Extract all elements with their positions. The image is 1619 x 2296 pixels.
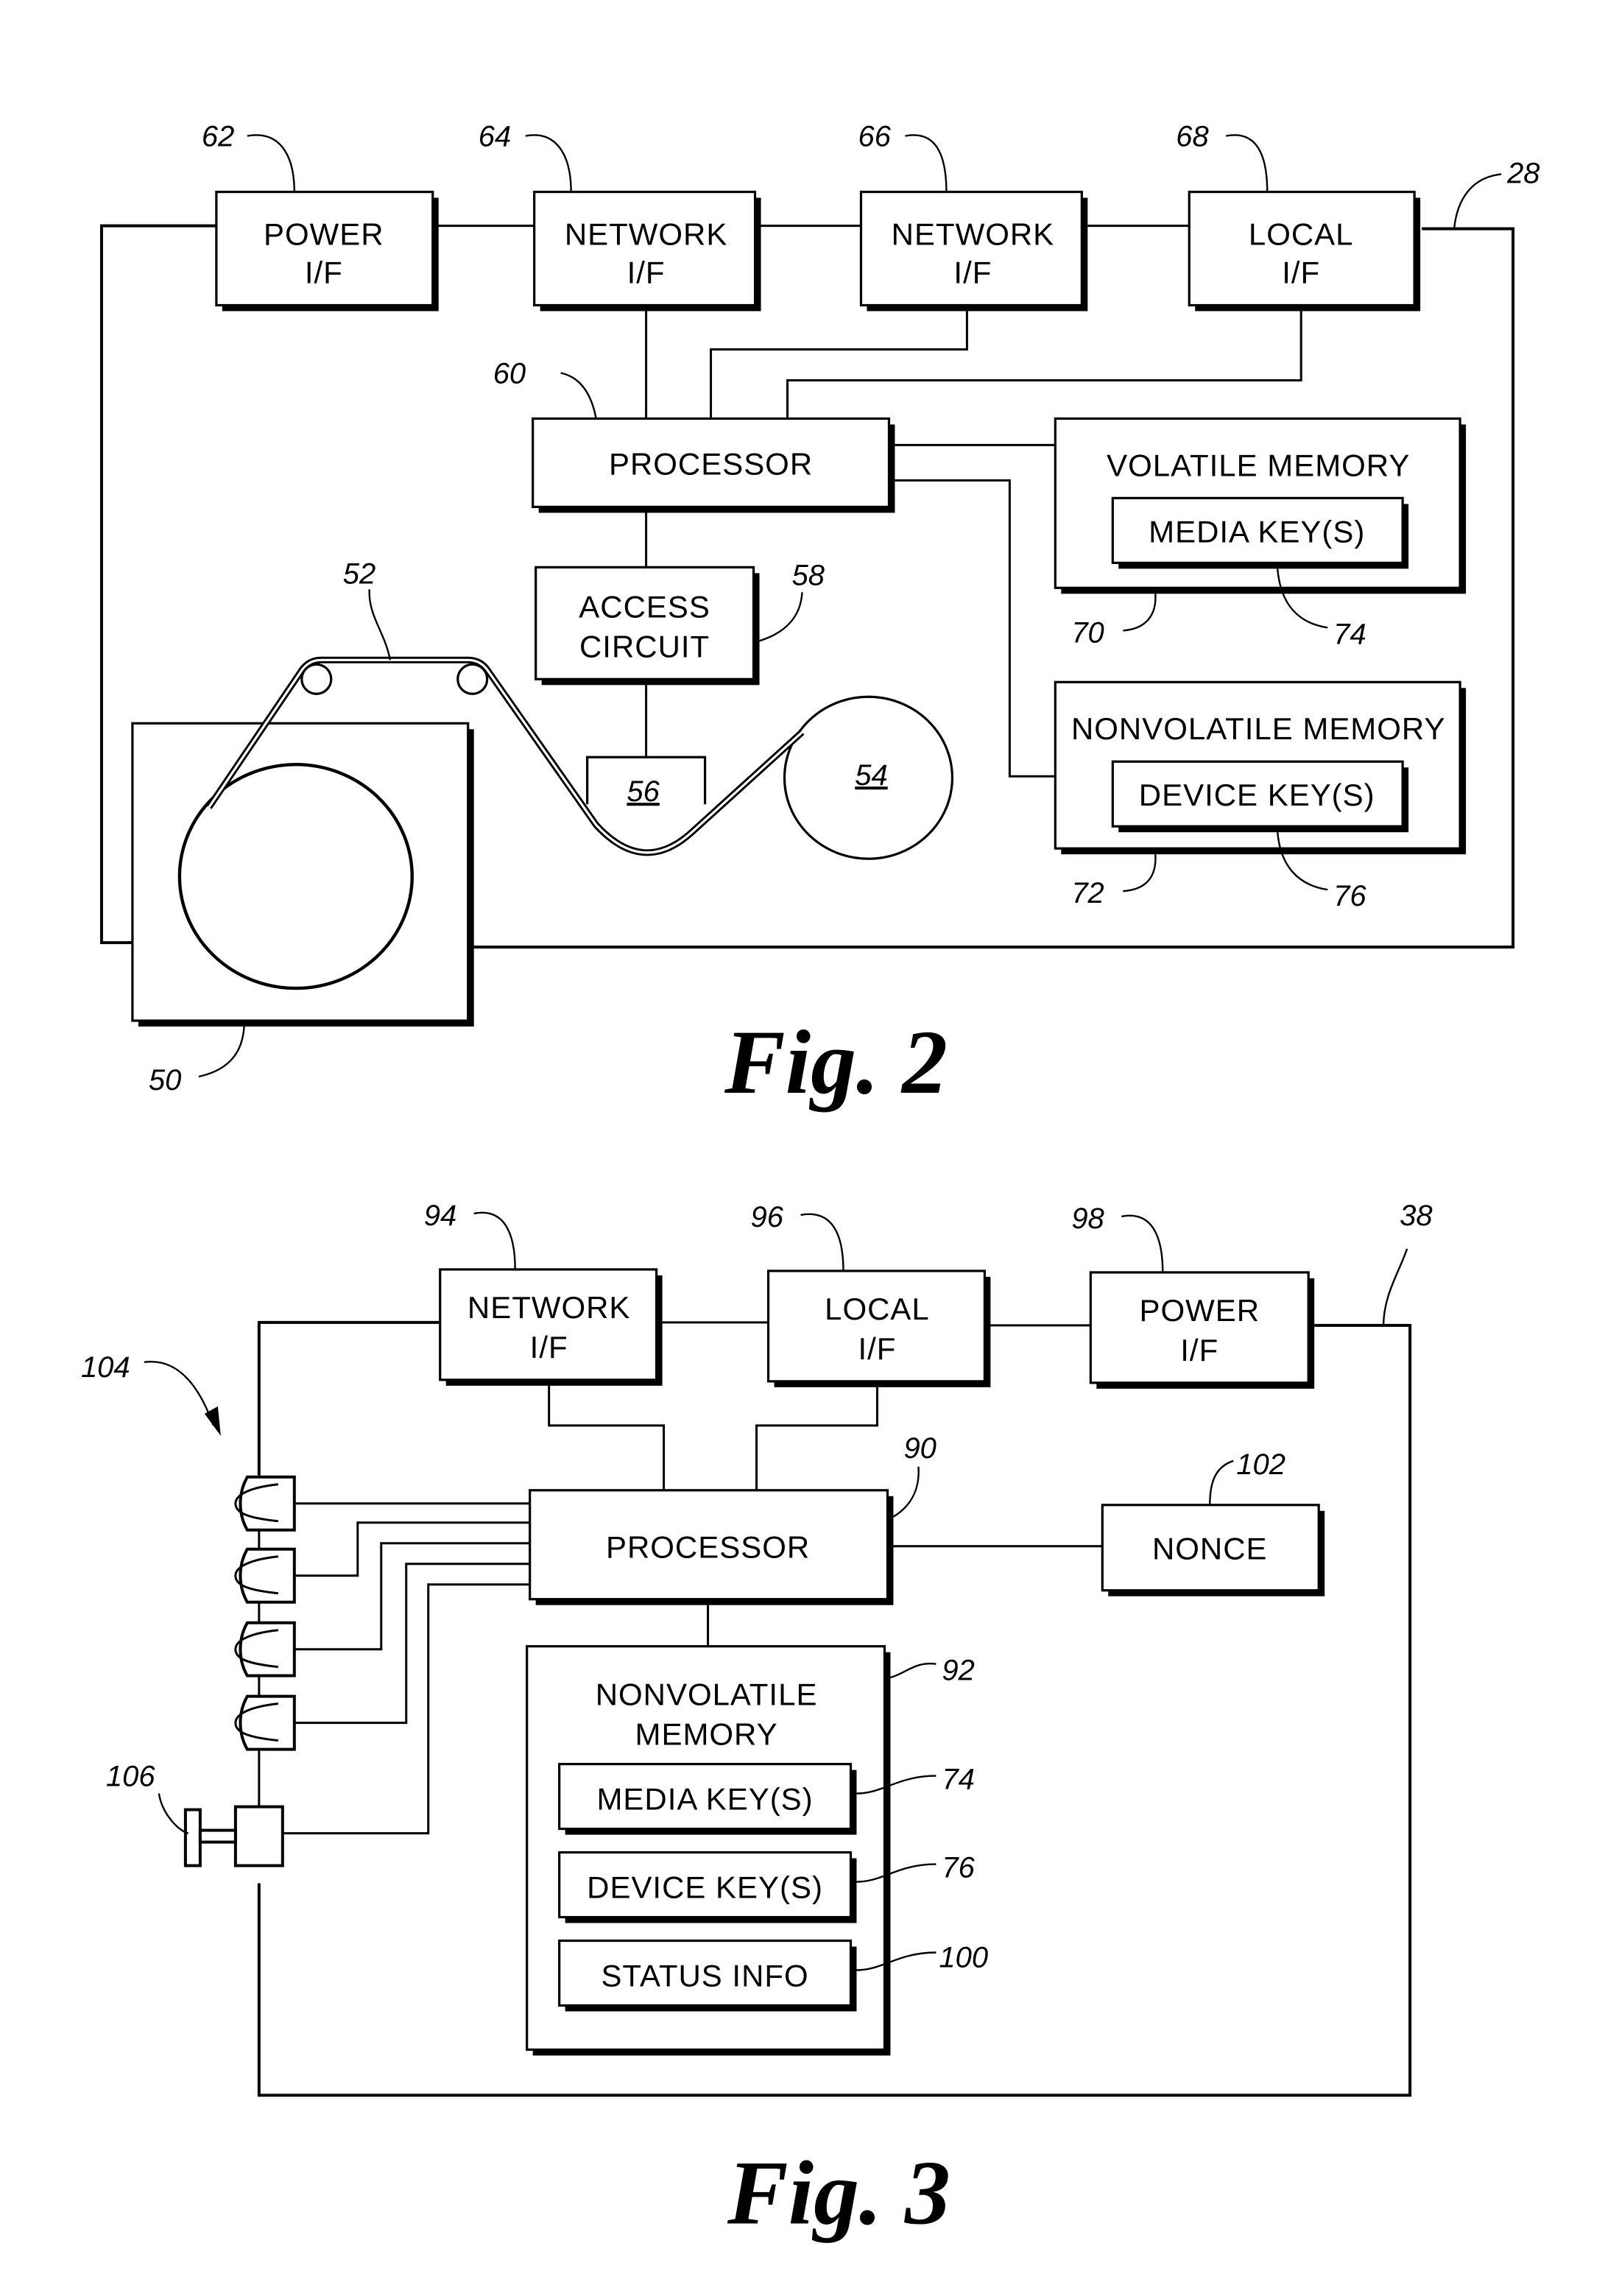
- fig2-tape-guide-roller-right: [456, 663, 489, 695]
- fig2-ref-66: 66: [858, 121, 891, 153]
- fig2-ref-62: 62: [202, 121, 234, 153]
- fig2-take-up-reel: 54: [783, 695, 954, 860]
- fig3-nonvolatile-memory: NONVOLATILE MEMORY 92 MEDIA KEY(S) 74 DE…: [526, 1645, 988, 2056]
- fig2-ref-68: 68: [1176, 121, 1208, 153]
- fig3-led-4: [234, 1694, 296, 1751]
- fig3-nonce: NONCE 102: [1101, 1448, 1325, 1596]
- fig2-read-head: 56: [586, 756, 707, 808]
- fig3-ref-98: 98: [1071, 1202, 1104, 1235]
- fig3-network-interface: NETWORK I/F 94: [424, 1200, 663, 1386]
- fig2-volatile-memory: VOLATILE MEMORY MEDIA KEY(S) 70 74: [1054, 417, 1467, 650]
- fig2-ref-54: 54: [855, 759, 887, 792]
- fig3-wire-led-3: [294, 1542, 530, 1651]
- fig2-processor-label: PROCESSOR: [609, 446, 813, 481]
- fig3-led-indicators: 104: [81, 1351, 296, 1807]
- fig2-wire-local-processor: [786, 311, 1302, 419]
- fig3-led-3: [234, 1621, 296, 1677]
- fig3-ref-106: 106: [106, 1761, 155, 1793]
- fig2-ref-72: 72: [1071, 877, 1104, 909]
- fig3-local-interface: LOCAL I/F 96: [751, 1201, 991, 1387]
- fig2-ref-76: 76: [1333, 880, 1366, 912]
- fig2-power-interface: POWER I/F 62: [202, 121, 439, 311]
- fig2-ref-64: 64: [479, 121, 511, 153]
- fig3-power-if-label-1: POWER: [1139, 1293, 1260, 1328]
- fig3-ref-92: 92: [942, 1655, 974, 1687]
- fig3-local-if-label-2: I/F: [858, 1331, 896, 1366]
- fig3-power-interface: POWER I/F 98: [1071, 1202, 1315, 1389]
- fig2-ref-56: 56: [627, 775, 660, 808]
- fig3-ref-104: 104: [81, 1351, 130, 1384]
- fig3-ref-102: 102: [1236, 1448, 1285, 1481]
- fig2-local-if-label-1: LOCAL: [1249, 217, 1354, 252]
- fig2-device-keys-label: DEVICE KEY(S): [1139, 778, 1375, 812]
- fig3-wire-led-4: [294, 1563, 530, 1725]
- fig2-ref-60: 60: [493, 357, 526, 390]
- fig3-status-info-label: STATUS INFO: [601, 1958, 808, 1993]
- fig2-access-circuit-label-1: ACCESS: [579, 589, 710, 624]
- fig3-ref-94: 94: [424, 1200, 456, 1232]
- fig2-ref-50: 50: [149, 1064, 181, 1096]
- fig2-media-keys: MEDIA KEY(S): [1111, 496, 1409, 569]
- fig3-wire-led-2: [294, 1521, 530, 1577]
- fig2-ref-28: 28: [1506, 158, 1539, 190]
- fig2-ref-52: 52: [343, 557, 375, 590]
- fig2-nonvolatile-memory-label: NONVOLATILE MEMORY: [1071, 711, 1446, 746]
- fig2-cartridge: 50: [131, 722, 474, 1096]
- fig2-wire-network-b-processor: [710, 311, 968, 419]
- fig3-processor-label: PROCESSOR: [606, 1530, 810, 1565]
- fig2-network-interface-b: NETWORK I/F 66: [858, 121, 1088, 311]
- fig3-power-if-label-2: I/F: [1180, 1333, 1218, 1367]
- fig2-device-keys: DEVICE KEY(S): [1111, 760, 1409, 833]
- fig3-switch: 106: [106, 1761, 284, 1867]
- fig3-ref-74: 74: [942, 1764, 974, 1796]
- fig3-led-2: [234, 1547, 296, 1604]
- fig2-access-circuit: ACCESS CIRCUIT 58: [535, 559, 825, 686]
- fig2-network-if-a-label-1: NETWORK: [565, 217, 728, 252]
- fig3-processor: PROCESSOR 90: [529, 1432, 937, 1605]
- fig3-nonce-label: NONCE: [1152, 1532, 1268, 1566]
- fig3-ref-90: 90: [903, 1432, 936, 1465]
- fig2-network-if-b-label-1: NETWORK: [892, 217, 1055, 252]
- fig3-led-1: [234, 1475, 296, 1532]
- fig2-local-if-label-2: I/F: [1282, 256, 1320, 290]
- fig3-ref-76: 76: [942, 1852, 975, 1884]
- fig3-nonvolatile-memory-label-2: MEMORY: [635, 1717, 778, 1752]
- fig3-ref-38: 38: [1400, 1200, 1432, 1232]
- fig2-access-circuit-label-2: CIRCUIT: [579, 629, 710, 663]
- fig2-power-if-label-2: I/F: [305, 256, 343, 290]
- patent-drawing-sheet: POWER I/F 62 NETWORK I/F 64 NETWORK I/F …: [81, 121, 1540, 2244]
- fig3-ref-100: 100: [939, 1941, 988, 1973]
- fig3-media-keys-label: MEDIA KEY(S): [596, 1782, 813, 1817]
- fig3-media-keys: MEDIA KEY(S) 74: [558, 1763, 975, 1835]
- fig3-nonvolatile-memory-label-1: NONVOLATILE: [596, 1677, 818, 1712]
- fig2-media-keys-label: MEDIA KEY(S): [1149, 514, 1365, 549]
- fig2-local-interface: LOCAL I/F 68: [1176, 121, 1421, 311]
- fig2-nonvolatile-memory: NONVOLATILE MEMORY DEVICE KEY(S) 72 76: [1054, 680, 1467, 912]
- fig3-local-if-label-1: LOCAL: [825, 1292, 930, 1326]
- fig3-ref-96: 96: [751, 1201, 784, 1233]
- fig2-tape-guide-roller-left: [300, 663, 333, 695]
- fig3-network-if-label-2: I/F: [530, 1330, 568, 1364]
- fig3-wire-network-processor: [548, 1385, 666, 1490]
- fig3-wire-local-processor: [755, 1387, 878, 1490]
- fig3-device-keys-label: DEVICE KEY(S): [587, 1870, 823, 1905]
- figure-3: NETWORK I/F 94 LOCAL I/F 96 POWER I/F 98…: [81, 1200, 1433, 2243]
- fig2-ref-74: 74: [1333, 618, 1366, 650]
- fig2-caption: Fig. 2: [724, 1012, 948, 1113]
- fig3-device-keys: DEVICE KEY(S) 76: [558, 1850, 976, 1923]
- fig2-network-if-b-label-2: I/F: [953, 256, 992, 290]
- fig3-network-if-label-1: NETWORK: [468, 1290, 631, 1325]
- fig2-ref-58: 58: [792, 559, 825, 591]
- fig2-network-interface-a: NETWORK I/F 64: [479, 121, 761, 311]
- fig2-volatile-memory-label: VOLATILE MEMORY: [1107, 448, 1410, 482]
- fig3-caption: Fig. 3: [727, 2142, 950, 2243]
- figure-2: POWER I/F 62 NETWORK I/F 64 NETWORK I/F …: [99, 121, 1540, 1113]
- fig2-ref-70: 70: [1071, 616, 1104, 649]
- fig2-power-if-label-1: POWER: [264, 217, 384, 252]
- fig2-network-if-a-label-2: I/F: [627, 256, 666, 290]
- fig3-status-info: STATUS INFO 100: [558, 1939, 988, 2012]
